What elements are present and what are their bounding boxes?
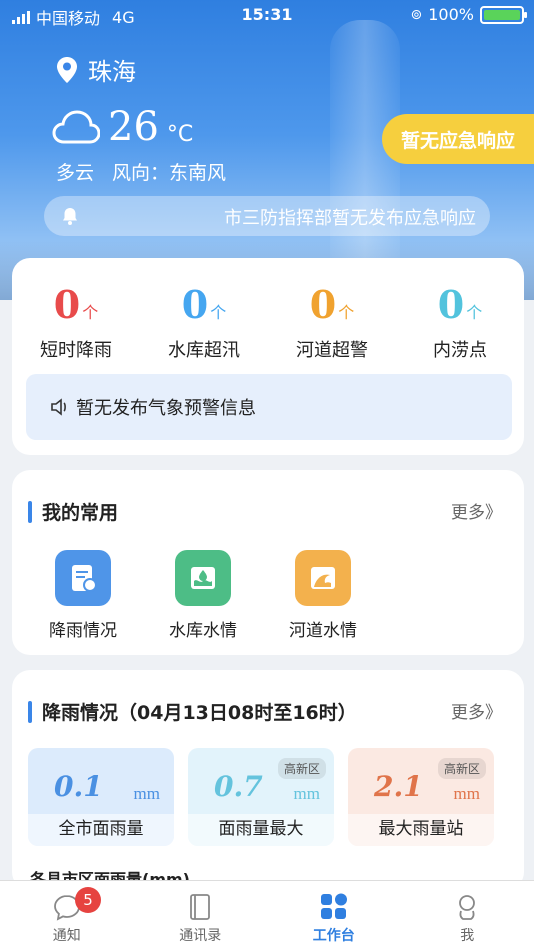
tab-label: 通知: [52, 928, 81, 944]
rainfall-value: 0.1: [54, 770, 103, 803]
battery-icon: [480, 5, 527, 24]
status-bar: 中国移动 4G 15:31 ⊚ 100%: [0, 0, 534, 30]
tab-bar: 通知 5 通讯录 工作台 我: [0, 880, 534, 950]
stat-label: 短时降雨: [40, 340, 112, 361]
rainfall-stat-card[interactable]: 0.7 mm 高新区面雨量最大: [188, 748, 334, 846]
bell-icon: [63, 208, 77, 225]
section-marker: [28, 500, 32, 523]
favorite-label: 降雨情况: [49, 621, 117, 641]
notification-badge: 5: [75, 887, 101, 913]
reservoir-icon: [175, 550, 231, 606]
stat-unit: 个: [338, 303, 355, 322]
stat-value: 0个: [268, 286, 396, 324]
emergency-notice-text: 市三防指挥部暂无发布应急响应: [224, 208, 476, 229]
stat-label: 内涝点: [433, 340, 487, 361]
battery-percent: 100%: [428, 5, 474, 24]
rainfall-label: 全市面雨量: [28, 814, 174, 846]
favorite-label: 水库水情: [169, 621, 237, 641]
contacts-icon: [134, 889, 268, 925]
rainfall-unit: mm: [133, 784, 160, 803]
district-rainfall-heading: 各县市区面雨量(mm): [30, 870, 190, 880]
weather-condition: 多云: [56, 162, 95, 184]
rainfall-card: 降雨情况（04月13日08时至16时） 更多》 0.1 mm 全市面雨量 0.7 mm 高…: [12, 670, 524, 890]
weather-details: 多云 风向：东南风: [56, 158, 226, 185]
tab-label: 我: [460, 928, 475, 944]
wind-direction: 风向：东南风: [112, 162, 227, 184]
stat-number: 0: [309, 282, 337, 327]
stat-item[interactable]: 0 个内涝点: [396, 286, 524, 362]
tab-contacts[interactable]: 通讯录: [134, 881, 268, 950]
favorites-title: 我的常用: [42, 502, 119, 524]
stat-value: 0个: [12, 286, 140, 324]
rainfall-stat-card[interactable]: 2.1 mm 高新区最大雨量站: [348, 748, 494, 846]
stat-unit: 个: [466, 303, 483, 322]
tab-workbench[interactable]: 工作台: [267, 881, 401, 950]
temperature-unit: °C: [166, 121, 194, 147]
weather-summary: 26 °C: [52, 104, 193, 150]
profile-icon: [401, 889, 534, 925]
tab-profile[interactable]: 我: [401, 881, 534, 950]
emergency-notice[interactable]: 市三防指挥部暂无发布应急响应: [44, 196, 490, 236]
favorites-more-link[interactable]: 更多》: [451, 498, 502, 523]
rainfall-unit: mm: [453, 784, 480, 803]
stat-number: 0: [181, 282, 209, 327]
rainfall-label: 最大雨量站: [348, 814, 494, 846]
rainfall-more-link[interactable]: 更多》: [451, 698, 502, 723]
stat-value: 0个: [140, 286, 268, 324]
stat-item[interactable]: 0 个水库超汛: [140, 286, 268, 362]
stat-unit: 个: [82, 303, 99, 322]
rainfall-unit: mm: [293, 784, 320, 803]
stat-label: 水库超汛: [168, 340, 240, 361]
favorite-river-wave[interactable]: 河道水情: [278, 550, 368, 641]
river-wave-icon: [295, 550, 351, 606]
location[interactable]: 珠海: [56, 52, 136, 87]
speaker-icon: [51, 398, 66, 416]
stat-number: 0: [437, 282, 465, 327]
cloud-icon: [52, 110, 100, 144]
stat-unit: 个: [210, 303, 227, 322]
alert-stats-card: 0 个短时降雨 0 个水库超汛 0 个河道超警 0 个内涝点 暂无发布气象预警信息: [12, 258, 524, 455]
notification-icon: [0, 889, 134, 925]
section-marker: [28, 700, 32, 723]
stat-number: 0: [53, 282, 81, 327]
weather-warning-banner[interactable]: 暂无发布气象预警信息: [26, 374, 512, 440]
rainfall-value: 0.7: [214, 770, 263, 803]
stat-item[interactable]: 0 个河道超警: [268, 286, 396, 362]
rainfall-value: 2.1: [374, 770, 423, 803]
tab-notification[interactable]: 通知 5: [0, 881, 134, 950]
favorites-card: 我的常用 更多》 降雨情况 水库水情 河道水情: [12, 470, 524, 655]
favorite-rain-report[interactable]: 降雨情况: [38, 550, 128, 641]
stat-item[interactable]: 0 个短时降雨: [12, 286, 140, 362]
rainfall-label: 面雨量最大: [188, 814, 334, 846]
district-tag: 高新区: [277, 758, 326, 779]
city-name: 珠海: [88, 58, 136, 86]
temperature: 26: [108, 104, 159, 150]
rainfall-title: 降雨情况（04月13日08时至16时）: [42, 702, 357, 724]
emergency-response-button[interactable]: 暂无应急响应: [382, 114, 534, 164]
stat-value: 0个: [396, 286, 524, 324]
tab-label: 工作台: [312, 928, 355, 944]
rain-report-icon: [55, 550, 111, 606]
orientation-lock-icon: ⊚: [410, 6, 423, 23]
tab-label: 通讯录: [179, 928, 222, 944]
district-tag: 高新区: [437, 758, 486, 779]
rainfall-stat-card[interactable]: 0.1 mm 全市面雨量: [28, 748, 174, 846]
favorite-label: 河道水情: [289, 621, 357, 641]
weather-warning-text: 暂无发布气象预警信息: [76, 398, 256, 419]
location-pin-icon: [57, 56, 77, 83]
stat-label: 河道超警: [296, 340, 368, 361]
favorite-reservoir[interactable]: 水库水情: [158, 550, 248, 641]
workbench-icon: [267, 889, 401, 925]
